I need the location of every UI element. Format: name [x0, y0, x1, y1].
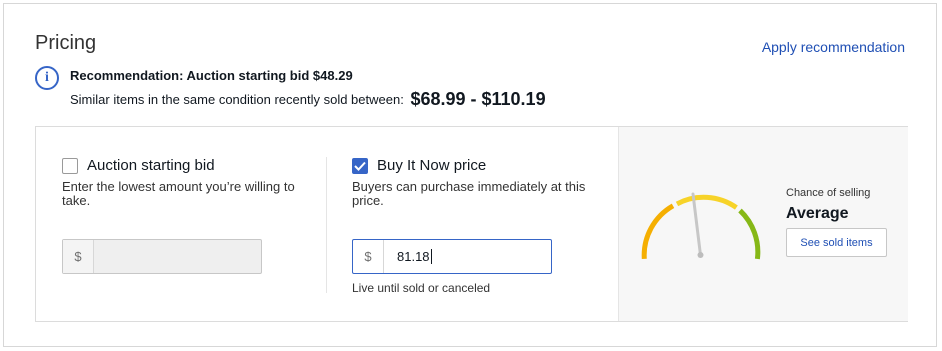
column-divider — [326, 157, 327, 293]
buy-it-now-checkbox[interactable] — [352, 157, 368, 174]
gauge-needle — [691, 192, 702, 257]
section-title: Pricing — [35, 32, 97, 54]
see-sold-items-button[interactable]: See sold items — [786, 228, 887, 257]
buy-it-now-price-input[interactable]: 81.18 — [384, 240, 432, 273]
similar-items-text: Similar items in the same condition rece… — [70, 92, 404, 107]
auction-price-input[interactable] — [94, 240, 283, 273]
gauge-segment-mid — [675, 194, 738, 210]
info-icon: i — [35, 66, 59, 90]
auction-currency-symbol: $ — [63, 240, 94, 273]
gauge-pivot — [697, 252, 704, 258]
auction-price-field[interactable]: $ — [62, 239, 283, 274]
pricing-card: Pricing Apply recommendation i Recommend… — [3, 3, 937, 347]
auction-checkbox-label: Auction starting bid — [87, 157, 215, 174]
chance-gauge-icon — [641, 192, 761, 260]
buy-it-now-checkbox-label: Buy It Now price — [377, 157, 487, 174]
chance-of-selling-value: Average — [786, 205, 849, 222]
buy-it-now-help-text: Buyers can purchase immediately at this … — [352, 179, 586, 208]
pricing-options-panel: Auction starting bid Enter the lowest am… — [35, 126, 908, 322]
price-range: $68.99 - $110.19 — [410, 89, 546, 109]
gauge-segment-high — [738, 208, 761, 260]
buy-it-now-price-value: 81.18 — [397, 249, 430, 264]
recommendation-headline: Recommendation: Auction starting bid $48… — [70, 68, 353, 83]
chance-of-selling-area: Chance of selling Average See sold items — [618, 127, 908, 321]
buy-it-now-price-field[interactable]: $ 81.18 — [352, 239, 552, 274]
chance-of-selling-label: Chance of selling — [786, 187, 871, 199]
buy-it-now-duration-note: Live until sold or canceled — [352, 281, 491, 295]
auction-checkbox[interactable] — [62, 157, 78, 174]
text-cursor — [430, 249, 432, 264]
auction-checkbox-row[interactable]: Auction starting bid — [62, 157, 215, 174]
gauge-segment-low — [641, 203, 675, 260]
checkmark-icon — [354, 161, 366, 171]
apply-recommendation-link[interactable]: Apply recommendation — [762, 39, 905, 55]
recommendation-detail: Similar items in the same condition rece… — [70, 88, 546, 109]
auction-help-text: Enter the lowest amount you’re willing t… — [62, 179, 295, 208]
buy-it-now-checkbox-row[interactable]: Buy It Now price — [352, 157, 486, 174]
buy-it-now-currency-symbol: $ — [353, 240, 384, 273]
